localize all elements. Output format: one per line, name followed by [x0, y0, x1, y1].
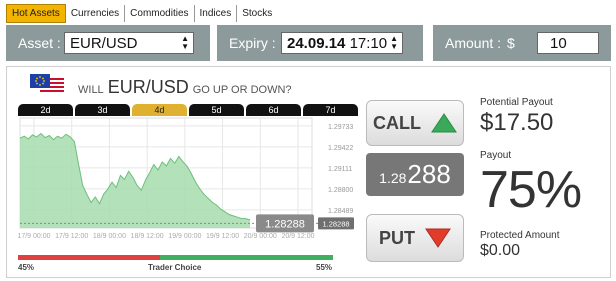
- payout-percent: Payout 75%: [480, 150, 582, 219]
- x-tick-label: 19/9 00:00: [168, 233, 201, 240]
- arrow-up-icon: [431, 113, 457, 133]
- price-pips: 288: [407, 159, 451, 189]
- trade-question: WILL EUR/USD GO UP OR DOWN?: [78, 77, 292, 98]
- tab-hot-assets[interactable]: Hot Assets: [6, 3, 66, 23]
- period-tab-3d[interactable]: 3d: [75, 104, 130, 116]
- payout-percent-label: Payout: [480, 150, 512, 161]
- amount-currency: $: [507, 35, 515, 51]
- call-button[interactable]: CALL: [366, 100, 464, 146]
- x-tick-label: 18/9 12:00: [131, 233, 164, 240]
- y-tick-label: 1.29111: [328, 166, 352, 173]
- amount-bar: Amount : $ 10: [433, 25, 611, 61]
- asset-select-value: EUR/USD: [70, 34, 138, 52]
- period-tab-7d[interactable]: 7d: [303, 104, 358, 116]
- protected-amount-value: $0.00: [480, 242, 521, 259]
- question-prefix: WILL: [78, 84, 104, 96]
- tab-commodities[interactable]: Commodities: [125, 4, 195, 22]
- trader-choice-call-fill: [159, 255, 333, 260]
- trader-choice-bar: [18, 255, 333, 260]
- current-price-tag: 1.28288: [265, 218, 305, 230]
- period-tab-4d[interactable]: 4d: [132, 104, 187, 116]
- tab-stocks[interactable]: Stocks: [237, 5, 277, 22]
- call-label: CALL: [373, 112, 421, 133]
- question-suffix: GO UP OR DOWN?: [192, 84, 292, 96]
- put-button[interactable]: PUT: [366, 214, 464, 262]
- price-prefix: 1.28: [379, 170, 407, 186]
- axis-price-tag: 1.28288: [322, 219, 349, 228]
- period-tab-2d[interactable]: 2d: [18, 104, 73, 116]
- trader-choice-label: Trader Choice: [148, 263, 202, 272]
- y-tick-label: 1.28800: [328, 187, 353, 194]
- arrow-down-icon: [425, 228, 451, 248]
- potential-payout-value: $17.50: [480, 109, 554, 136]
- expiry-select[interactable]: 24.09.14 17:10 ▲ ▼: [281, 32, 403, 54]
- eur-usd-flag-icon: [30, 74, 64, 92]
- protected-amount: Protected Amount $0.00: [480, 230, 560, 260]
- price-chart: 17/9 00:00 17/9 12:00 18/9 00:00 18/9 12:00…: [18, 117, 354, 240]
- asset-label: Asset :: [18, 35, 61, 51]
- put-label: PUT: [379, 227, 415, 248]
- tab-currencies[interactable]: Currencies: [66, 4, 126, 22]
- expiry-date: 24.09.14: [287, 34, 346, 52]
- expiry-bar: Expiry : 24.09.14 17:10 ▲ ▼: [217, 25, 423, 61]
- period-tab-5d[interactable]: 5d: [189, 104, 244, 116]
- select-arrows-icon: ▲ ▼: [181, 34, 189, 51]
- expiry-time: 17:10: [349, 34, 388, 52]
- potential-payout-label: Potential Payout: [480, 97, 553, 108]
- select-arrows-icon: ▲ ▼: [390, 34, 398, 51]
- current-price: 1.28 288: [366, 153, 464, 196]
- y-tick-label: 1.29422: [328, 145, 353, 152]
- protected-amount-label: Protected Amount: [480, 230, 560, 241]
- trader-choice-call-pct: 55%: [316, 263, 333, 272]
- question-pair: EUR/USD: [107, 77, 189, 97]
- x-tick-label: 19/9 12:00: [206, 233, 239, 240]
- x-tick-label: 18/9 00:00: [93, 233, 126, 240]
- period-tabs: 2d 3d 4d 5d 6d 7d: [18, 104, 358, 116]
- x-tick-label: 17/9 12:00: [55, 233, 88, 240]
- amount-label: Amount :: [445, 35, 502, 51]
- x-tick-label: 20/9 00:00: [244, 233, 277, 240]
- x-tick-label: 17/9 00:00: [18, 233, 51, 240]
- tab-indices[interactable]: Indices: [195, 4, 238, 22]
- potential-payout: Potential Payout $17.50: [480, 97, 553, 137]
- trader-choice-put-fill: [18, 255, 160, 260]
- payout-percent-value: 75%: [480, 161, 582, 219]
- expiry-label: Expiry :: [229, 35, 276, 51]
- y-tick-label: 1.28489: [328, 208, 353, 215]
- asset-bar: Asset : EUR/USD ▲ ▼: [6, 25, 210, 61]
- y-tick-label: 1.29733: [328, 124, 353, 131]
- trader-choice-put-pct: 45%: [18, 263, 35, 272]
- asset-tabs: Hot Assets Currencies Commodities Indice…: [6, 3, 277, 23]
- x-tick-label: 20/9 12:00: [281, 233, 314, 240]
- period-tab-6d[interactable]: 6d: [246, 104, 301, 116]
- asset-select[interactable]: EUR/USD ▲ ▼: [64, 32, 194, 54]
- amount-input[interactable]: 10: [537, 32, 599, 54]
